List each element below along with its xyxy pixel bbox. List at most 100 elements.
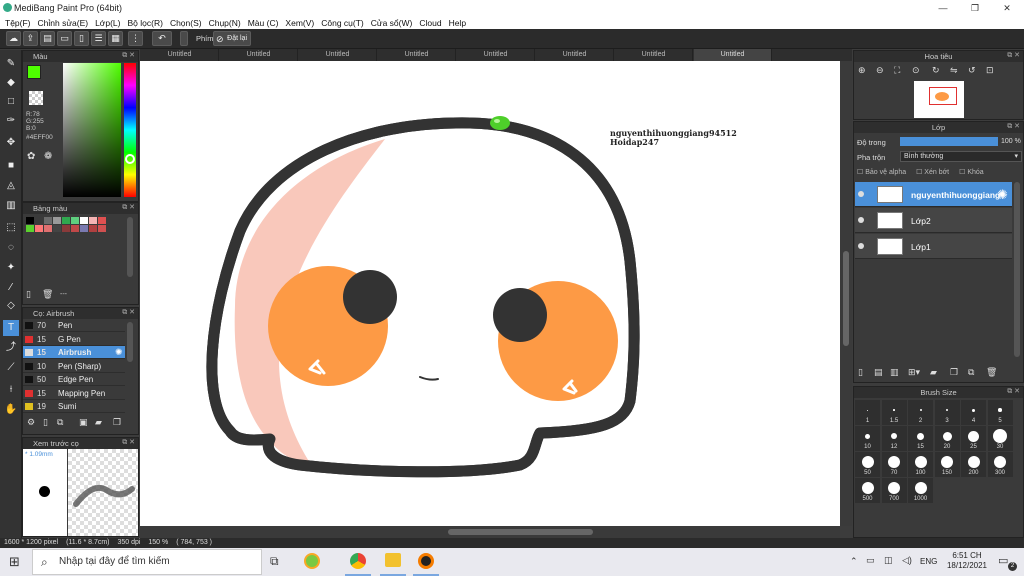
- palette-swatch[interactable]: [62, 225, 70, 232]
- eyedropper-icon[interactable]: ⟊: [3, 382, 19, 398]
- palette-swatch[interactable]: [98, 217, 106, 224]
- brush-size-preset[interactable]: 200: [961, 452, 986, 477]
- brush-list-item[interactable]: 15 G Pen: [23, 333, 125, 346]
- layer-scrollbar[interactable]: [1014, 182, 1020, 357]
- menu-file[interactable]: Tệp(F): [3, 16, 36, 29]
- menu-color[interactable]: Màu (C): [246, 16, 284, 29]
- palette-swatch[interactable]: [71, 225, 79, 232]
- brush-page-icon[interactable]: ▯: [43, 417, 48, 428]
- comment-icon[interactable]: ▭: [57, 31, 72, 46]
- clock[interactable]: 6:51 CH 18/12/2021: [945, 551, 989, 571]
- menu-window[interactable]: Cửa sổ(W): [369, 16, 418, 29]
- language-indicator[interactable]: ENG: [920, 557, 937, 566]
- brush-size-preset[interactable]: 25: [961, 426, 986, 451]
- brush-size-preset[interactable]: 1000: [908, 478, 933, 503]
- windows-start-icon[interactable]: ⊞: [9, 554, 20, 570]
- palette-swatch[interactable]: [80, 217, 88, 224]
- document-tab[interactable]: Untitled: [457, 49, 535, 61]
- document-tab[interactable]: Untitled: [299, 49, 377, 61]
- panel-menu-icon[interactable]: ⧉ ✕: [122, 438, 135, 447]
- flip-icon[interactable]: ⇋: [950, 65, 958, 76]
- document-icon[interactable]: ▯: [74, 31, 89, 46]
- opacity-slider[interactable]: [900, 137, 998, 146]
- brush-size-preset[interactable]: 150: [934, 452, 960, 477]
- text-tool-icon[interactable]: T: [3, 320, 19, 336]
- brush-tool-icon[interactable]: ✎: [3, 56, 19, 72]
- palette-swatch[interactable]: [71, 217, 79, 224]
- lasso-tool-icon[interactable]: ◌: [3, 240, 19, 256]
- network-icon[interactable]: ◫: [884, 555, 893, 566]
- visibility-eye-icon[interactable]: [858, 191, 864, 197]
- zoom-out-icon[interactable]: ⊖: [876, 65, 884, 76]
- brush-copy-icon[interactable]: ⧉: [57, 417, 63, 428]
- foreground-color-swatch[interactable]: [27, 65, 41, 79]
- brush-settings-gear-icon[interactable]: ✺: [115, 346, 123, 359]
- panel-menu-icon[interactable]: ⧉ ✕: [122, 308, 135, 317]
- grid-icon[interactable]: ▦: [108, 31, 123, 46]
- layer-add-menu-icon[interactable]: ⊞▾: [908, 367, 920, 378]
- brush-size-preset[interactable]: 3: [934, 400, 960, 425]
- brush-list-item[interactable]: 70 Pen: [23, 319, 125, 332]
- fill-rect-tool-icon[interactable]: ■: [3, 158, 19, 174]
- visibility-eye-icon[interactable]: [858, 243, 864, 249]
- medibang-icon[interactable]: [418, 553, 434, 569]
- hue-slider[interactable]: [124, 63, 136, 197]
- pen-tool-icon[interactable]: ✑: [3, 113, 19, 129]
- brush-size-preset[interactable]: 1: [855, 400, 880, 425]
- menu-edit[interactable]: Chỉnh sửa(E): [36, 16, 94, 29]
- maximize-button[interactable]: ❐: [960, 1, 990, 15]
- palette-swatch[interactable]: [26, 217, 34, 224]
- upload-icon[interactable]: ⇪: [23, 31, 38, 46]
- menu-filter[interactable]: Bộ lọc(R): [126, 16, 168, 29]
- brush-size-preset[interactable]: 15: [908, 426, 933, 451]
- brush-size-preset[interactable]: 100: [908, 452, 933, 477]
- duplicate-layer-icon[interactable]: ❐: [950, 367, 958, 378]
- fit-icon[interactable]: ⛶: [894, 65, 900, 76]
- transparent-color-swatch[interactable]: [29, 91, 43, 105]
- document-tab[interactable]: Untitled: [694, 49, 772, 61]
- layer-folder-icon[interactable]: ▰: [930, 367, 937, 378]
- palette-swatch[interactable]: [44, 217, 52, 224]
- panel-menu-icon[interactable]: ⧉ ✕: [122, 203, 135, 212]
- vertical-scroll-thumb[interactable]: [843, 251, 849, 346]
- panel-menu-icon[interactable]: ⧉ ✕: [1007, 387, 1020, 396]
- brush-size-preset[interactable]: 2: [908, 400, 933, 425]
- color-palette-icon[interactable]: ❁: [44, 151, 52, 162]
- new-1bit-layer-icon[interactable]: ▥: [890, 367, 899, 378]
- protect-alpha-checkbox[interactable]: ☐: [857, 169, 865, 176]
- menu-select[interactable]: Chọn(S): [168, 16, 207, 29]
- minimize-button[interactable]: —: [928, 1, 958, 15]
- palette-swatch[interactable]: [35, 225, 43, 232]
- navigator-thumbnail[interactable]: [914, 81, 964, 118]
- zoom-reset-icon[interactable]: ⊙: [912, 65, 920, 76]
- hue-slider-handle[interactable]: [125, 154, 135, 164]
- palette-swatch[interactable]: [89, 225, 97, 232]
- menu-view[interactable]: Xem(V): [283, 16, 319, 29]
- move-tool-icon[interactable]: ✥: [3, 135, 19, 151]
- visibility-eye-icon[interactable]: [858, 217, 864, 223]
- list-icon[interactable]: ☰: [91, 31, 106, 46]
- menu-cloud[interactable]: Cloud: [417, 16, 446, 29]
- document-tab[interactable]: Untitled: [378, 49, 456, 61]
- new-layer-icon[interactable]: ▯: [858, 367, 863, 378]
- palette-swatch[interactable]: [98, 225, 106, 232]
- panel-menu-icon[interactable]: ⧉ ✕: [1007, 51, 1020, 60]
- brush-folder-icon[interactable]: ▣: [79, 417, 88, 428]
- undo-icon[interactable]: ↶: [152, 31, 172, 46]
- select-eraser-icon[interactable]: ◇: [3, 298, 19, 314]
- export-icon[interactable]: ▤: [40, 31, 55, 46]
- chrome-icon[interactable]: [350, 553, 366, 569]
- document-tab[interactable]: Untitled: [536, 49, 614, 61]
- overflow-icon[interactable]: ⋮: [128, 31, 143, 46]
- brush-size-preset[interactable]: 10: [855, 426, 880, 451]
- menu-layer[interactable]: Lớp(L): [93, 16, 125, 29]
- brush-list-item[interactable]: 50 Edge Pen: [23, 373, 125, 386]
- document-tab[interactable]: Untitled: [615, 49, 693, 61]
- brush-dup-icon[interactable]: ❐: [113, 417, 121, 428]
- horizontal-scroll-thumb[interactable]: [448, 529, 593, 535]
- brush-list-item[interactable]: 15 Mapping Pen: [23, 387, 125, 400]
- task-view-icon[interactable]: ⧉: [270, 554, 279, 569]
- palette-swatch[interactable]: [26, 225, 34, 232]
- new-halftone-layer-icon[interactable]: ▤: [874, 367, 883, 378]
- color-wheel-icon[interactable]: ✿: [27, 151, 35, 162]
